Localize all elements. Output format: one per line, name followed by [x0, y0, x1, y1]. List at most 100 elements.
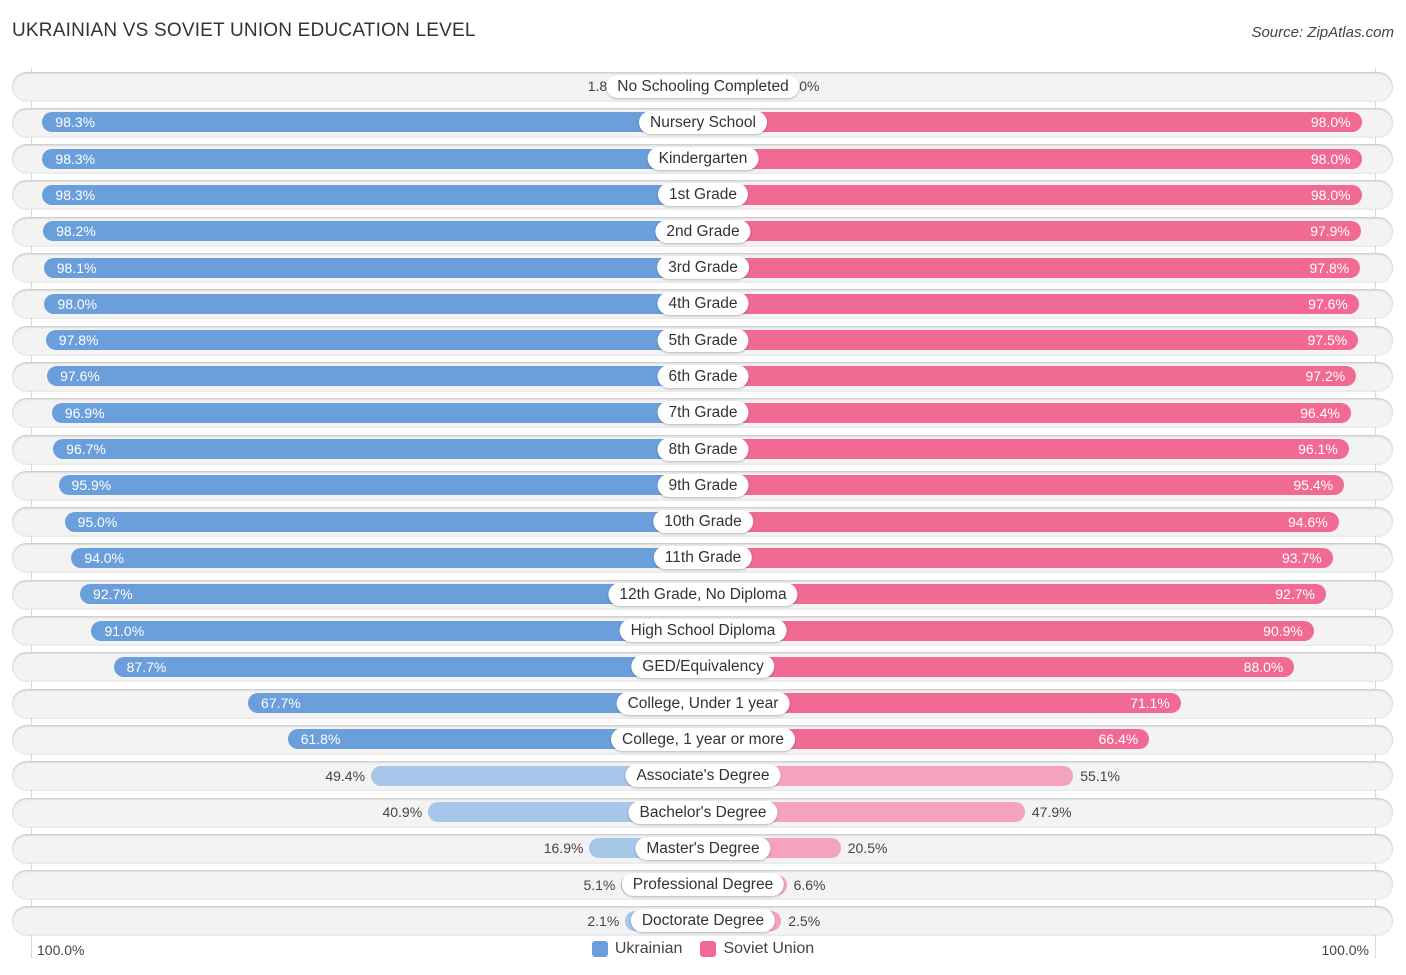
value-label-soviet-union: 71.1% — [1130, 695, 1170, 712]
row-professional-degree: 5.1% 6.6% Professional Degree — [12, 870, 1393, 900]
bar-ukrainian[interactable] — [64, 511, 703, 532]
value-label-soviet-union: 95.4% — [1293, 477, 1334, 494]
bar-ukrainian[interactable] — [44, 293, 703, 314]
bar-ukrainian[interactable] — [113, 656, 703, 677]
row-5th-grade: 97.8% 97.5% 5th Grade — [12, 325, 1393, 355]
value-label-ukrainian: 98.1% — [56, 259, 97, 276]
category-label: 1st Grade — [657, 183, 749, 207]
row-no-schooling-completed: 1.8% 2.0% No Schooling Completed — [12, 71, 1393, 101]
category-label: GED/Equivalency — [631, 655, 775, 679]
bar-ukrainian[interactable] — [51, 402, 703, 423]
row-6th-grade: 97.6% 97.2% 6th Grade — [12, 361, 1393, 391]
row-8th-grade: 96.7% 96.1% 8th Grade — [12, 434, 1393, 464]
bar-ukrainian[interactable] — [45, 330, 703, 351]
category-label: 12th Grade, No Diploma — [608, 582, 798, 606]
value-label-ukrainian: 98.0% — [57, 295, 98, 312]
value-label-soviet-union: 96.4% — [1300, 404, 1340, 421]
category-label: 4th Grade — [657, 292, 749, 316]
category-label: Doctorate Degree — [630, 909, 776, 933]
category-label: High School Diploma — [619, 619, 787, 642]
category-label: 7th Grade — [657, 401, 749, 425]
bar-soviet-union[interactable] — [703, 656, 1295, 677]
legend-swatch-ukrainian — [591, 941, 608, 957]
category-label: 2nd Grade — [655, 219, 751, 243]
value-label-ukrainian: 94.0% — [84, 549, 125, 566]
row-1st-grade: 98.3% 98.0% 1st Grade — [12, 180, 1393, 210]
value-label-soviet-union: 55.1% — [1080, 767, 1120, 784]
value-label-soviet-union: 88.0% — [1243, 658, 1284, 675]
value-label-ukrainian: 16.9% — [543, 840, 584, 857]
bar-ukrainian[interactable] — [42, 148, 703, 169]
value-label-ukrainian: 98.3% — [55, 186, 96, 203]
row-ged-equivalency: 87.7% 88.0% GED/Equivalency — [12, 652, 1393, 682]
value-label-ukrainian: 98.3% — [55, 114, 96, 131]
row-bachelor-s-degree: 40.9% 47.9% Bachelor's Degree — [12, 797, 1393, 827]
value-label-soviet-union: 90.9% — [1263, 622, 1303, 639]
value-label-soviet-union: 97.8% — [1309, 259, 1350, 276]
bar-ukrainian[interactable] — [71, 547, 703, 568]
bar-ukrainian[interactable] — [42, 112, 703, 133]
value-label-ukrainian: 61.8% — [300, 731, 341, 748]
row-10th-grade: 95.0% 94.6% 10th Grade — [12, 507, 1393, 537]
value-label-soviet-union: 97.6% — [1308, 295, 1348, 312]
bar-soviet-union[interactable] — [703, 112, 1362, 133]
bar-ukrainian[interactable] — [91, 620, 703, 641]
row-doctorate-degree: 2.1% 2.5% Doctorate Degree — [12, 906, 1393, 936]
value-label-ukrainian: 5.1% — [583, 876, 616, 893]
row-kindergarten: 98.3% 98.0% Kindergarten — [12, 144, 1393, 174]
bar-soviet-union[interactable] — [703, 511, 1339, 532]
category-label: 10th Grade — [653, 510, 753, 534]
source-label: Source: ZipAtlas.com — [1251, 24, 1394, 41]
category-label: Master's Degree — [635, 836, 771, 860]
bar-soviet-union[interactable] — [703, 148, 1362, 169]
category-label: 3rd Grade — [657, 256, 749, 279]
value-label-ukrainian: 98.2% — [56, 223, 96, 240]
value-label-ukrainian: 49.4% — [325, 767, 366, 784]
bar-ukrainian[interactable] — [47, 366, 703, 387]
bar-soviet-union[interactable] — [703, 402, 1351, 423]
legend-item-soviet-union[interactable]: Soviet Union — [700, 940, 814, 958]
value-label-ukrainian: 2.1% — [587, 912, 620, 929]
value-label-soviet-union: 97.9% — [1310, 223, 1350, 240]
bar-soviet-union[interactable] — [703, 547, 1333, 568]
legend-label-soviet-union: Soviet Union — [723, 940, 815, 957]
value-label-ukrainian: 95.9% — [71, 477, 112, 494]
value-label-soviet-union: 98.0% — [1310, 186, 1351, 203]
value-label-ukrainian: 97.8% — [58, 332, 99, 349]
value-label-ukrainian: 91.0% — [104, 622, 145, 639]
category-label: Professional Degree — [621, 873, 785, 897]
bar-ukrainian[interactable] — [43, 257, 703, 278]
row-3rd-grade: 98.1% 97.8% 3rd Grade — [12, 253, 1393, 282]
bar-soviet-union[interactable] — [703, 184, 1362, 205]
bar-ukrainian[interactable] — [42, 184, 703, 205]
bar-soviet-union[interactable] — [703, 439, 1349, 459]
category-label: 8th Grade — [657, 437, 749, 461]
legend: Ukrainian Soviet Union — [0, 940, 1406, 958]
bar-soviet-union[interactable] — [703, 475, 1345, 496]
bar-soviet-union[interactable] — [703, 366, 1357, 387]
row-12th-grade-no-diploma: 92.7% 92.7% 12th Grade, No Diploma — [12, 579, 1393, 609]
value-label-soviet-union: 93.7% — [1281, 549, 1322, 566]
value-label-soviet-union: 92.7% — [1275, 586, 1315, 603]
value-label-ukrainian: 97.6% — [60, 368, 100, 385]
value-label-soviet-union: 47.9% — [1031, 804, 1072, 820]
value-label-soviet-union: 98.0% — [1310, 114, 1351, 131]
bar-soviet-union[interactable] — [703, 221, 1361, 242]
bar-ukrainian[interactable] — [43, 221, 703, 242]
value-label-soviet-union: 20.5% — [847, 840, 888, 857]
value-label-soviet-union: 94.6% — [1288, 513, 1328, 530]
bar-soviet-union[interactable] — [703, 330, 1359, 351]
bar-soviet-union[interactable] — [703, 293, 1359, 314]
category-label: Kindergarten — [647, 147, 759, 171]
legend-item-ukrainian[interactable]: Ukrainian — [591, 940, 682, 958]
category-label: Nursery School — [639, 110, 767, 134]
bar-ukrainian[interactable] — [53, 439, 703, 459]
value-label-soviet-union: 2.5% — [788, 912, 821, 929]
row-11th-grade: 94.0% 93.7% 11th Grade — [12, 543, 1393, 573]
row-7th-grade: 96.9% 96.4% 7th Grade — [12, 398, 1393, 428]
category-label: Bachelor's Degree — [628, 800, 778, 824]
value-label-ukrainian: 92.7% — [93, 586, 133, 603]
bar-soviet-union[interactable] — [703, 257, 1361, 278]
bar-ukrainian[interactable] — [58, 475, 703, 496]
bar-soviet-union[interactable] — [703, 620, 1314, 641]
